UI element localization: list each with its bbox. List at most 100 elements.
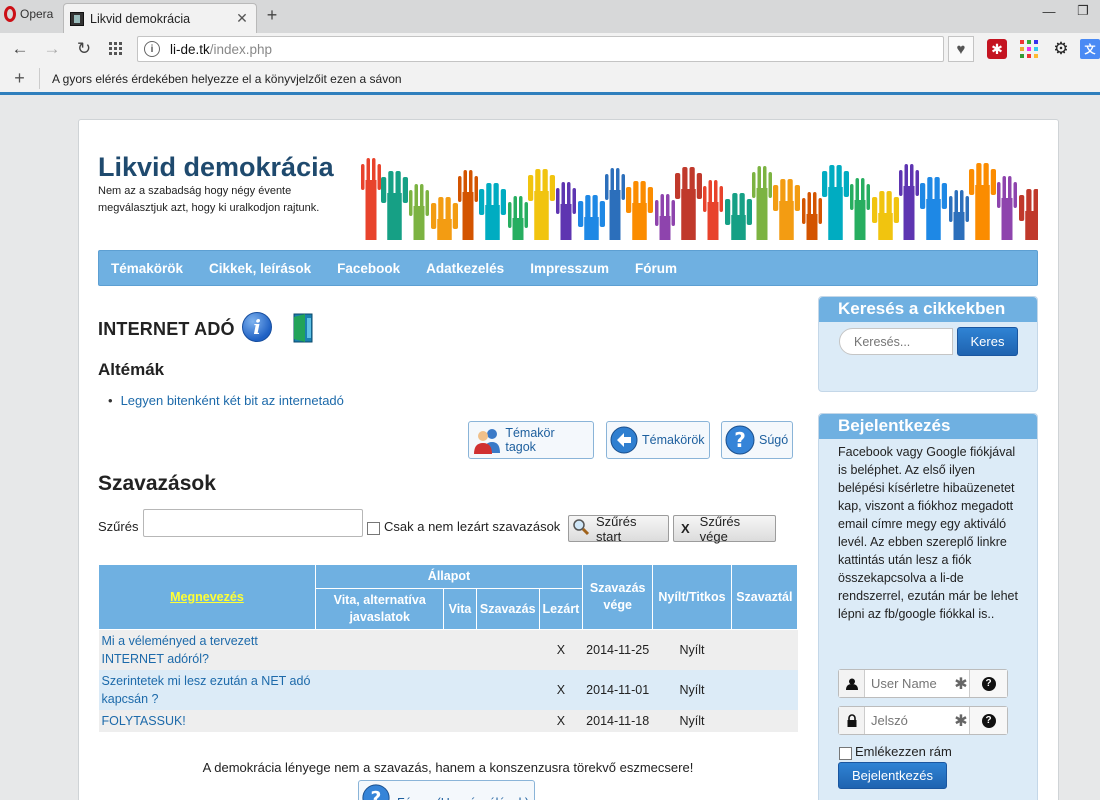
cell-abstain	[731, 670, 798, 710]
help-label: Súgó	[759, 433, 789, 447]
cell-closed: X	[539, 670, 583, 710]
vote-name-link[interactable]: Mi a véleményed a tervezett INTERNET adó…	[98, 629, 316, 670]
help-icon: ?	[724, 424, 756, 456]
password-field[interactable]: ✱ ?	[838, 706, 1008, 735]
menu-item-articles[interactable]: Cikkek, leírások	[209, 261, 311, 276]
menu-item-data-policy[interactable]: Adatkezelés	[426, 261, 504, 276]
exit-door-icon[interactable]	[293, 313, 315, 343]
new-tab-button[interactable]: +	[262, 5, 282, 25]
vote-name-link[interactable]: Szerintetek mi lesz ezután a NET adó kap…	[98, 670, 316, 710]
minimize-icon[interactable]: —	[1032, 0, 1066, 22]
cell-debate-alt	[315, 629, 444, 670]
help-button[interactable]: ? Súgó	[721, 421, 793, 459]
bookmark-heart-icon[interactable]: ♥	[948, 36, 974, 62]
back-icon[interactable]: ←	[4, 35, 36, 63]
header-voting: Szavazás	[475, 588, 540, 630]
address-bar[interactable]: i li-de.tk/index.php	[137, 36, 944, 62]
address-host: li-de.tk	[170, 41, 210, 57]
header-name[interactable]: Megnevezés	[98, 564, 316, 630]
login-info-text: Facebook vagy Google fiókjával is beléph…	[838, 445, 1018, 621]
username-help-icon[interactable]: ?	[969, 670, 1007, 697]
browser-nav-bar: ← → ↻ i li-de.tk/index.php ♥	[0, 33, 1100, 65]
cell-debate	[443, 629, 477, 670]
table-row: Szerintetek mi lesz ezután a NET adó kap…	[98, 670, 798, 710]
reload-icon[interactable]: ↻	[68, 35, 100, 63]
remember-me-label: Emlékezzen rám	[855, 744, 952, 759]
lock-icon	[839, 707, 865, 734]
required-star-icon: ✱	[954, 675, 968, 693]
topic-title: INTERNET ADÓ	[98, 319, 235, 339]
info-icon[interactable]: i	[242, 312, 272, 342]
forward-icon[interactable]: →	[36, 35, 68, 63]
vote-name-link[interactable]: FOLYTASSUK!	[98, 710, 316, 732]
speed-dial-icon[interactable]	[100, 35, 132, 63]
username-field[interactable]: ✱ ?	[838, 669, 1008, 698]
votes-table: Megnevezés Állapot Szavazás vége Nyílt/T…	[98, 564, 799, 732]
search-input[interactable]	[839, 328, 953, 355]
members-icon	[471, 424, 502, 456]
cell-voting	[476, 670, 540, 710]
search-button[interactable]: Keres	[957, 327, 1018, 356]
forum-comments-button[interactable]: ? Fórum (Hozzászólások)	[358, 780, 535, 800]
votes-title: Szavazások	[98, 472, 216, 495]
topics-back-button[interactable]: Témakörök	[606, 421, 710, 459]
menu-item-facebook[interactable]: Facebook	[337, 261, 400, 276]
cell-vote-end: 2014-11-01	[582, 670, 653, 710]
cell-open-secret: Nyílt	[652, 629, 732, 670]
required-star-icon: ✱	[954, 712, 968, 730]
subtopic-link[interactable]: Legyen bitenként két bit az internetadó	[108, 393, 344, 408]
magnifier-icon	[572, 518, 590, 539]
back-arrow-icon	[609, 424, 639, 456]
bookmarks-hint: A gyors elérés érdekében helyezze el a k…	[52, 71, 402, 86]
menu-item-topics[interactable]: Témakörök	[111, 261, 183, 276]
header-closed: Lezárt	[538, 588, 584, 630]
cell-debate	[443, 670, 477, 710]
settings-gear-icon[interactable]: ⚙	[1051, 39, 1071, 59]
extension-grid-icon[interactable]	[1019, 39, 1039, 59]
add-bookmark-icon[interactable]: +	[0, 68, 40, 89]
login-button[interactable]: Bejelentkezés	[838, 762, 947, 789]
password-input[interactable]	[865, 713, 953, 728]
site-info-icon[interactable]: i	[144, 41, 160, 57]
cell-open-secret: Nyílt	[652, 710, 732, 732]
menu-item-forum[interactable]: Fórum	[635, 261, 677, 276]
login-panel-title: Bejelentkezés	[819, 414, 1037, 439]
topic-members-button[interactable]: Témakör tagok	[468, 421, 594, 459]
cell-vote-end: 2014-11-25	[582, 629, 653, 670]
topic-members-label: Témakör tagok	[505, 426, 555, 454]
table-row: FOLYTASSUK! X 2014-11-18 Nyílt	[98, 710, 798, 732]
filter-end-button[interactable]: X Szűrés vége	[673, 514, 776, 544]
raised-hands-banner	[361, 158, 1038, 240]
menu-item-impressum[interactable]: Impresszum	[530, 261, 609, 276]
cell-debate-alt	[315, 710, 444, 732]
topics-back-label: Témakörök	[642, 433, 705, 447]
username-input[interactable]	[865, 676, 953, 691]
filter-label: Szűrés	[98, 519, 139, 534]
extension-lastpass-icon[interactable]: ✱	[987, 39, 1007, 59]
table-row: Mi a véleményed a tervezett INTERNET adó…	[98, 629, 798, 670]
x-icon: X	[681, 521, 690, 536]
open-only-checkbox[interactable]	[367, 522, 380, 535]
opera-menu-label: Opera	[20, 7, 54, 21]
filter-input[interactable]	[143, 509, 363, 537]
main-menu: Témakörök Cikkek, leírások Facebook Adat…	[98, 250, 1038, 286]
open-only-label: Csak a nem lezárt szavazások	[384, 519, 561, 534]
password-help-icon[interactable]: ?	[969, 707, 1007, 734]
translate-icon[interactable]: 文	[1080, 39, 1100, 59]
cell-debate	[443, 710, 477, 732]
filter-start-label: Szűrés start	[596, 513, 637, 544]
header-debate: Vita	[443, 588, 477, 630]
subtopics-title: Altémák	[98, 360, 165, 379]
site-title[interactable]: Likvid demokrácia	[98, 152, 334, 183]
header-state: Állapot	[314, 564, 584, 589]
cell-abstain	[731, 710, 798, 732]
filter-start-button[interactable]: Szűrés start	[568, 513, 669, 544]
forum-comments-label: Fórum (Hozzászólások)	[397, 783, 529, 800]
svg-text:?: ?	[371, 789, 382, 800]
restore-icon[interactable]: ❐	[1066, 0, 1100, 22]
opera-menu-button[interactable]: Opera	[0, 0, 60, 28]
remember-me-checkbox[interactable]	[839, 747, 852, 760]
close-tab-icon[interactable]: ✕	[234, 10, 250, 27]
header-open-secret: Nyílt/Titkos	[652, 564, 732, 630]
tab-active[interactable]: Likvid demokrácia ✕	[63, 3, 257, 33]
